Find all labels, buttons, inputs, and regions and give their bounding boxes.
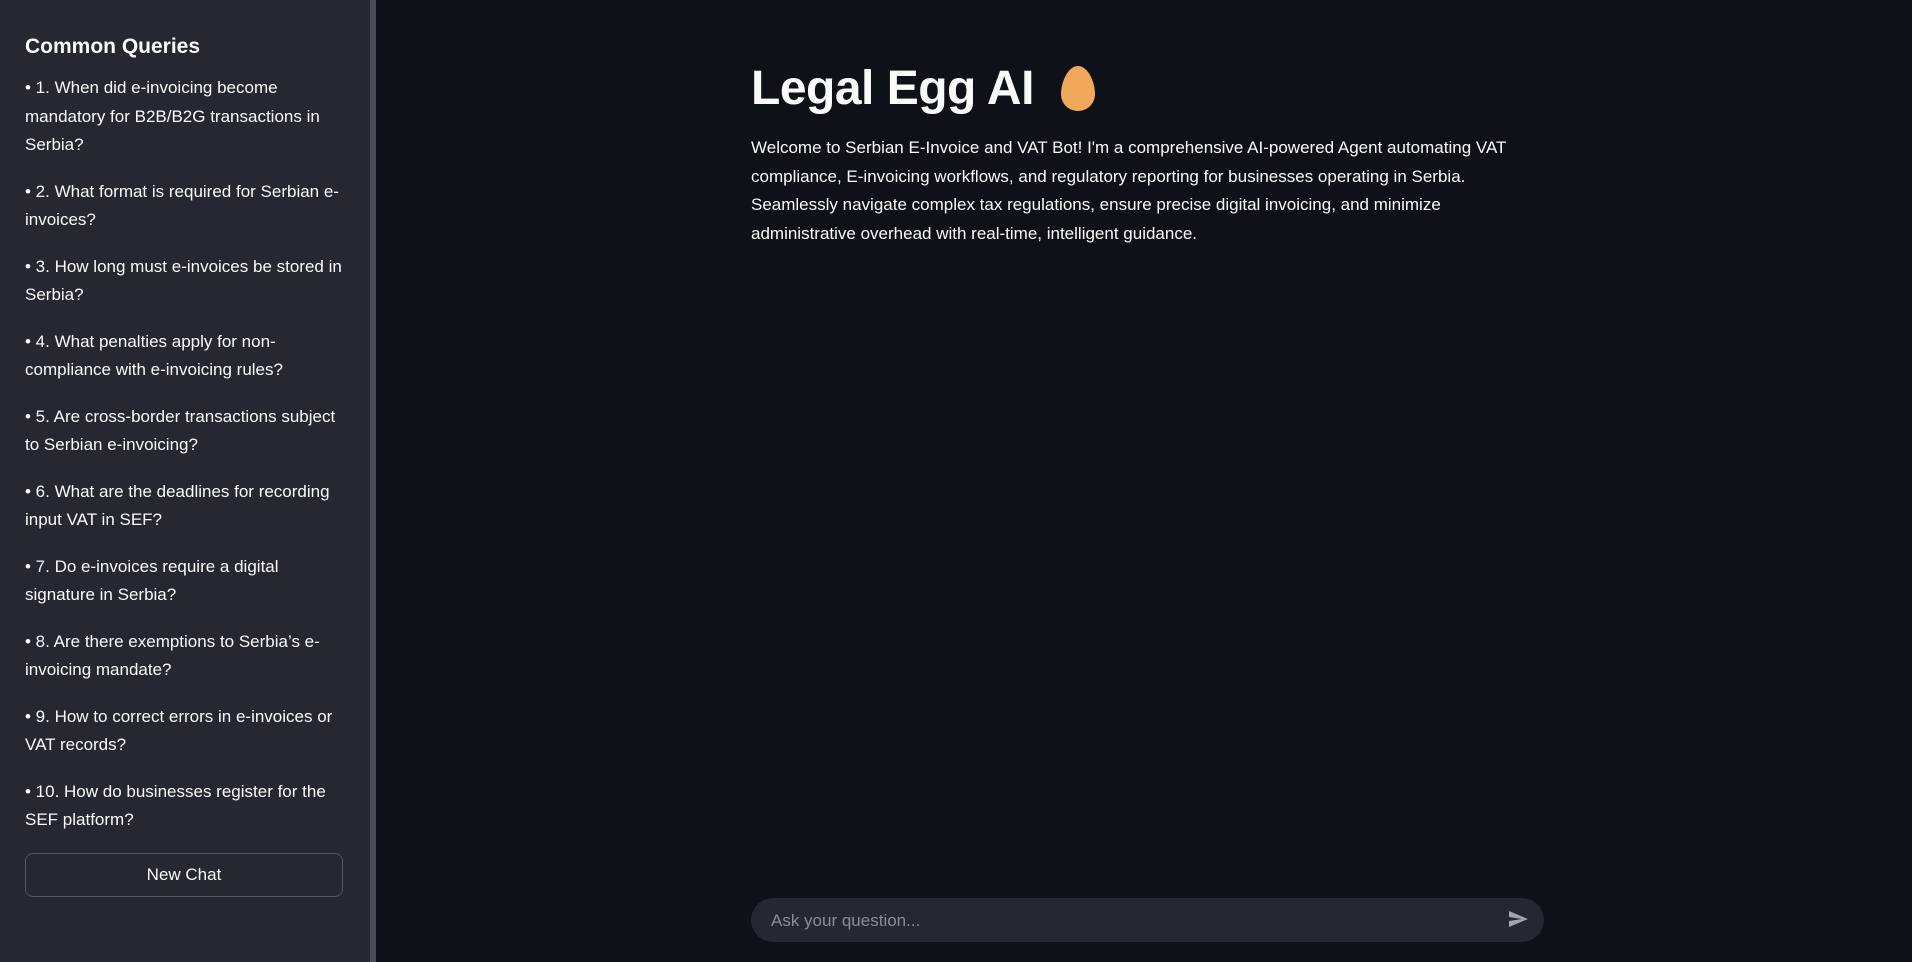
welcome-message: Welcome to Serbian E-Invoice and VAT Bot… [751, 138, 1507, 243]
egg-icon [1060, 64, 1096, 112]
query-item-5[interactable]: • 5. Are cross-border transactions subje… [25, 403, 345, 460]
query-item-9[interactable]: • 9. How to correct errors in e-invoices… [25, 703, 345, 760]
main-content: Legal Egg AI Welcome to Serbian E-Invoic… [751, 58, 1541, 248]
query-item-4[interactable]: • 4. What penalties apply for non-compli… [25, 328, 345, 385]
sidebar: Common Queries • 1. When did e-invoicing… [0, 0, 370, 962]
query-item-3[interactable]: • 3. How long must e-invoices be stored … [25, 253, 345, 310]
sidebar-title: Common Queries [25, 35, 201, 58]
main-panel: Legal Egg AI Welcome to Serbian E-Invoic… [376, 0, 1912, 962]
title-row: Legal Egg AI [751, 58, 1541, 118]
page-title: Legal Egg AI [751, 61, 1034, 115]
chat-input[interactable] [769, 898, 1493, 944]
query-item-8[interactable]: • 8. Are there exemptions to Serbia’s e-… [25, 628, 345, 685]
query-item-7[interactable]: • 7. Do e-invoices require a digital sig… [25, 553, 345, 610]
query-item-1[interactable]: • 1. When did e-invoicing become mandato… [25, 74, 345, 160]
query-item-10[interactable]: • 10. How do businesses register for the… [25, 778, 345, 835]
app-window: Common Queries • 1. When did e-invoicing… [0, 0, 1912, 962]
send-button[interactable] [1504, 906, 1532, 934]
chat-input-container [751, 898, 1544, 944]
send-icon [1506, 910, 1530, 934]
new-chat-button[interactable]: New Chat [25, 852, 343, 897]
query-item-2[interactable]: • 2. What format is required for Serbian… [25, 178, 345, 235]
common-queries-list: • 1. When did e-invoicing become mandato… [25, 74, 345, 835]
query-item-6[interactable]: • 6. What are the deadlines for recordin… [25, 478, 345, 535]
